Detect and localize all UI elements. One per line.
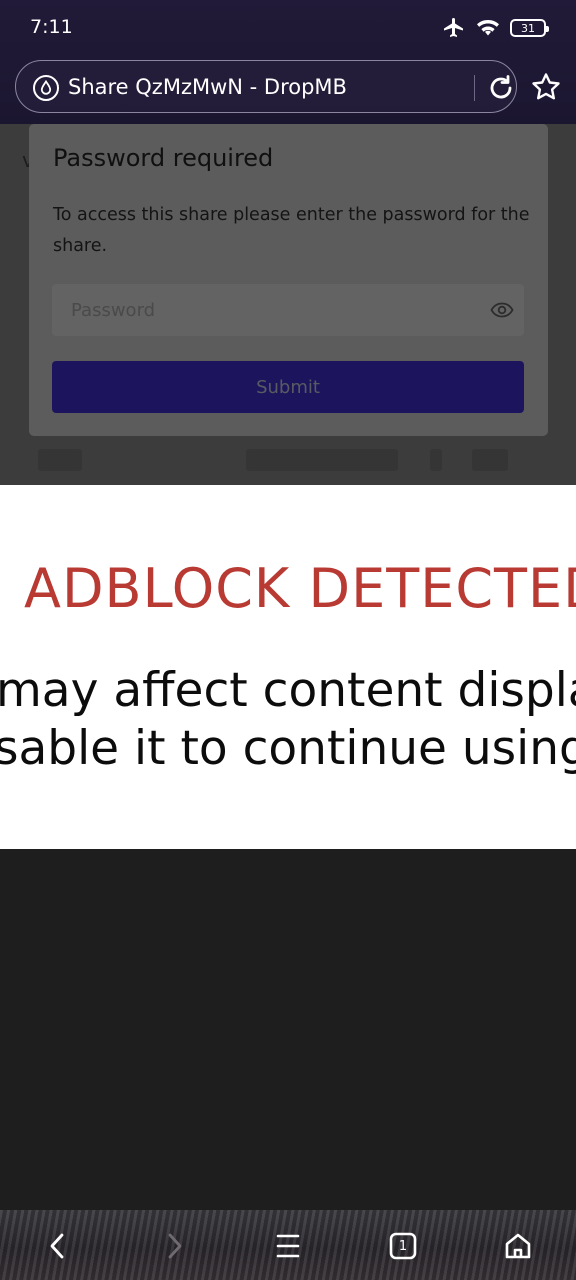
status-time: 7:11 xyxy=(30,16,73,38)
url-divider xyxy=(474,75,475,101)
eye-icon[interactable] xyxy=(490,300,514,324)
page-background-element xyxy=(472,449,508,471)
submit-button[interactable]: Submit xyxy=(52,361,524,413)
droplet-icon[interactable] xyxy=(33,75,59,101)
adblock-message-line: may affect content display xyxy=(0,663,576,718)
menu-icon[interactable] xyxy=(266,1224,310,1268)
password-field[interactable] xyxy=(52,284,524,336)
password-dialog: Password required To access this share p… xyxy=(29,124,548,436)
adblock-message-line: sable it to continue using xyxy=(0,721,576,776)
page-background-element xyxy=(38,449,82,471)
reload-icon[interactable] xyxy=(486,73,516,107)
status-icons: 31 xyxy=(442,16,549,40)
dialog-title: Password required xyxy=(53,144,274,172)
tabs-icon[interactable]: 1 xyxy=(381,1224,425,1268)
battery-level: 31 xyxy=(521,21,535,35)
browser-header: 7:11 31 Share QzMzMwN - DropMB xyxy=(0,0,576,124)
url-bar[interactable]: Share QzMzMwN - DropMB xyxy=(15,60,517,113)
adblock-banner: ADBLOCK DETECTED may affect content disp… xyxy=(0,485,576,849)
adblock-title: ADBLOCK DETECTED xyxy=(24,557,576,620)
battery-icon: 31 xyxy=(510,19,549,37)
bottom-navigation: 1 xyxy=(0,1210,576,1280)
airplane-mode-icon xyxy=(442,16,466,40)
tab-count: 1 xyxy=(398,1238,408,1254)
home-icon[interactable] xyxy=(496,1224,540,1268)
status-bar: 7:11 31 xyxy=(0,0,576,56)
page-content: v Password required To access this share… xyxy=(0,124,576,485)
page-background-element xyxy=(430,449,442,471)
page-title[interactable]: Share QzMzMwN - DropMB xyxy=(68,75,347,99)
forward-icon[interactable] xyxy=(152,1224,196,1268)
star-icon[interactable] xyxy=(530,71,562,107)
back-icon[interactable] xyxy=(36,1224,80,1268)
dialog-description: To access this share please enter the pa… xyxy=(53,205,530,256)
page-background-element xyxy=(246,449,398,471)
wifi-icon xyxy=(476,18,500,38)
password-input[interactable] xyxy=(52,284,472,336)
